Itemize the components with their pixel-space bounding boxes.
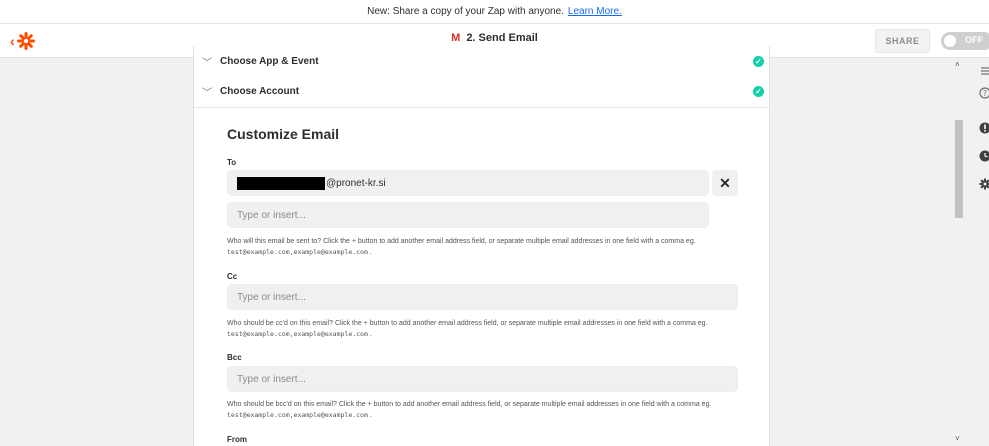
bcc-label: Bcc: [227, 353, 242, 362]
cc-field[interactable]: Type or insert...: [227, 284, 738, 310]
from-label: From: [227, 435, 247, 444]
scroll-up-icon[interactable]: ˄: [955, 60, 960, 69]
cc-label: Cc: [227, 272, 238, 281]
right-rail: [968, 58, 989, 446]
section-choose-account[interactable]: ﹀ Choose Account ✓: [194, 76, 769, 108]
announcement-banner: New: Share a copy of your Zap with anyon…: [0, 0, 989, 24]
zap-on-off-toggle[interactable]: OFF: [941, 32, 989, 50]
cc-help-copy: Who should be cc'd on this email? Click …: [227, 320, 708, 327]
to-field-additional[interactable]: Type or insert...: [227, 202, 709, 228]
list-icon[interactable]: [978, 64, 989, 78]
cc-placeholder: Type or insert...: [237, 291, 306, 303]
toggle-label: OFF: [965, 35, 983, 45]
redacted-text: [237, 176, 325, 190]
to-field[interactable]: @pronet-kr.si: [227, 170, 709, 196]
share-button[interactable]: SHARE: [875, 29, 930, 53]
toggle-knob: [944, 35, 956, 47]
check-circle-icon: ✓: [753, 56, 764, 67]
form-title: Customize Email: [227, 126, 340, 142]
to-field-value: @pronet-kr.si: [326, 177, 386, 189]
to-help-text: Who will this email be sent to? Click th…: [227, 238, 696, 256]
section-label: Choose Account: [220, 86, 300, 97]
gmail-icon: M: [451, 32, 461, 44]
step-editor-card: ﹀ Choose App & Event ✓ ﹀ Choose Account …: [193, 46, 770, 446]
chevron-down-icon: ﹀: [202, 88, 212, 99]
scroll-down-icon[interactable]: ˅: [955, 434, 960, 443]
check-circle-icon: ✓: [753, 86, 764, 97]
section-choose-app-event[interactable]: ﹀ Choose App & Event ✓: [194, 46, 769, 78]
bcc-placeholder: Type or insert...: [237, 373, 306, 385]
bcc-help-copy: Who should be bcc'd on this email? Click…: [227, 401, 712, 408]
clock-icon[interactable]: [978, 149, 989, 163]
chevron-down-icon: ﹀: [202, 58, 212, 69]
section-label: Choose App & Event: [220, 56, 319, 67]
learn-more-link[interactable]: Learn More.: [568, 6, 622, 17]
cc-help-text: Who should be cc'd on this email? Click …: [227, 320, 708, 338]
bcc-help-text: Who should be bcc'd on this email? Click…: [227, 401, 712, 419]
to-help-copy: Who will this email be sent to? Click th…: [227, 238, 696, 245]
bcc-help-example: test@example.com,example@example.com: [227, 411, 368, 419]
help-icon[interactable]: ?: [978, 86, 989, 100]
step-title-text: 2. Send Email: [466, 32, 538, 44]
scrollbar-track[interactable]: [952, 58, 966, 446]
remove-to-button[interactable]: ✕: [712, 170, 738, 196]
to-help-example: test@example.com,example@example.com: [227, 248, 368, 256]
svg-text:?: ?: [983, 89, 987, 98]
to-label: To: [227, 158, 237, 167]
close-icon: ✕: [719, 174, 731, 191]
to-placeholder: Type or insert...: [237, 209, 306, 221]
banner-text: New: Share a copy of your Zap with anyon…: [367, 6, 564, 17]
step-title[interactable]: M 2. Send Email: [0, 32, 989, 44]
alert-icon[interactable]: [978, 121, 989, 135]
scrollbar-thumb[interactable]: [955, 120, 963, 218]
bcc-field[interactable]: Type or insert...: [227, 366, 738, 392]
gear-icon[interactable]: [978, 177, 989, 191]
cc-help-example: test@example.com,example@example.com: [227, 330, 368, 338]
